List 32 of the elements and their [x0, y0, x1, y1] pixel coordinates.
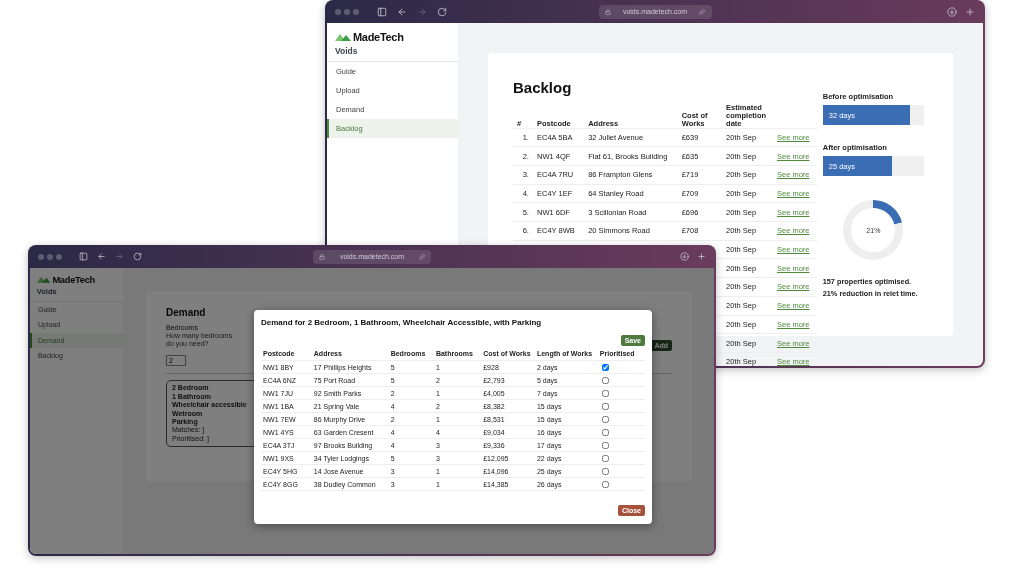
prioritised-checkbox[interactable] — [601, 402, 609, 410]
app-name: Voids — [335, 46, 359, 56]
page-title: Backlog — [513, 79, 573, 96]
new-tab-icon[interactable] — [697, 252, 706, 261]
sidebar-icon[interactable] — [377, 6, 387, 17]
lock-icon — [319, 253, 325, 260]
prioritised-checkbox[interactable] — [601, 480, 609, 488]
page-title: Demand — [166, 307, 207, 318]
logo-text: MadeTech — [52, 274, 95, 285]
back-icon[interactable] — [397, 6, 407, 17]
prioritised-checkbox[interactable] — [601, 467, 609, 475]
lock-icon — [604, 8, 611, 15]
logo-icon — [36, 276, 51, 284]
modal-title: Demand for 2 Bedroom, 1 Bathroom, Wheelchair Accessible, with Parking — [261, 318, 543, 327]
new-tab-icon[interactable] — [965, 6, 975, 17]
logo-icon — [335, 33, 351, 41]
prioritised-checkbox[interactable] — [601, 389, 609, 397]
prioritised-checkbox[interactable] — [601, 441, 609, 449]
window-controls[interactable] — [38, 253, 62, 260]
prioritised-checkbox[interactable] — [601, 363, 609, 371]
logo-text: MadeTech — [353, 31, 404, 43]
sidebar-icon[interactable] — [79, 252, 88, 261]
prioritised-checkbox[interactable] — [601, 415, 609, 423]
prioritised-checkbox[interactable] — [601, 428, 609, 436]
download-icon[interactable] — [947, 6, 957, 17]
window-controls[interactable] — [335, 8, 359, 15]
prioritised-checkbox[interactable] — [601, 376, 609, 384]
reload-icon[interactable] — [437, 6, 447, 17]
reload-icon[interactable] — [133, 252, 142, 261]
prioritised-checkbox[interactable] — [601, 454, 609, 462]
back-icon[interactable] — [97, 252, 106, 261]
download-icon[interactable] — [680, 252, 689, 261]
